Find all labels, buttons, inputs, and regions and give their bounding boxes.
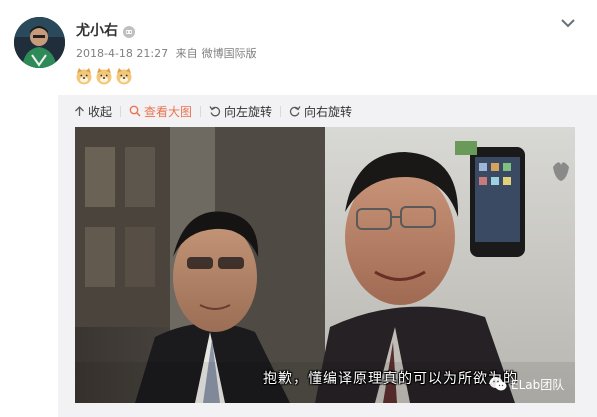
doge-emoji [96, 68, 112, 85]
watermark-label: ELab团队 [511, 377, 565, 392]
toolbar-divider [280, 105, 282, 117]
toolbar-divider [200, 105, 202, 117]
rotate-left-label: 向左旋转 [224, 104, 273, 119]
rotate-right-icon [289, 106, 301, 117]
avatar-image [14, 17, 65, 68]
vip-badge-icon [123, 26, 135, 38]
rotate-right-button[interactable]: 向右旋转 [289, 103, 352, 120]
post-source[interactable]: 微博国际版 [202, 47, 257, 60]
weibo-post-card: 尤小右 2018-4-18 21:27 来自 微博国际版 收起 查看大图 向左旋… [0, 0, 597, 417]
post-source-prefix: 来自 [175, 47, 198, 60]
doge-emoji [116, 68, 132, 85]
author-avatar[interactable] [14, 17, 65, 68]
rotate-left-icon [209, 106, 221, 117]
media-toolbar: 收起 查看大图 向左旋转 向右旋转 [74, 102, 360, 120]
post-timestamp[interactable]: 2018-4-18 21:27 [76, 47, 168, 60]
view-large-label: 查看大图 [144, 104, 193, 119]
collapse-button[interactable]: 收起 [74, 103, 112, 120]
toolbar-divider [120, 105, 122, 117]
view-large-button[interactable]: 查看大图 [129, 103, 192, 120]
rotate-left-button[interactable]: 向左旋转 [209, 103, 272, 120]
photo-subtitle: 抱歉，懂编译原理真的可以为所欲为的 [263, 371, 518, 387]
rotate-right-label: 向右旋转 [304, 104, 353, 119]
author-name[interactable]: 尤小右 [76, 22, 118, 40]
magnifier-icon [129, 105, 141, 117]
chevron-down-icon[interactable] [559, 14, 577, 32]
photo-watermark: ELab团队 [489, 374, 564, 394]
wechat-icon [489, 377, 507, 391]
post-content-emojis [75, 67, 133, 87]
doge-emoji [76, 68, 92, 85]
post-photo[interactable]: 抱歉，懂编译原理真的可以为所欲为的 [75, 127, 575, 403]
collapse-arrow-icon [75, 105, 84, 116]
post-meta: 2018-4-18 21:27 来自 微博国际版 [76, 47, 261, 61]
collapse-label: 收起 [88, 104, 113, 119]
photo-scene [75, 127, 575, 403]
